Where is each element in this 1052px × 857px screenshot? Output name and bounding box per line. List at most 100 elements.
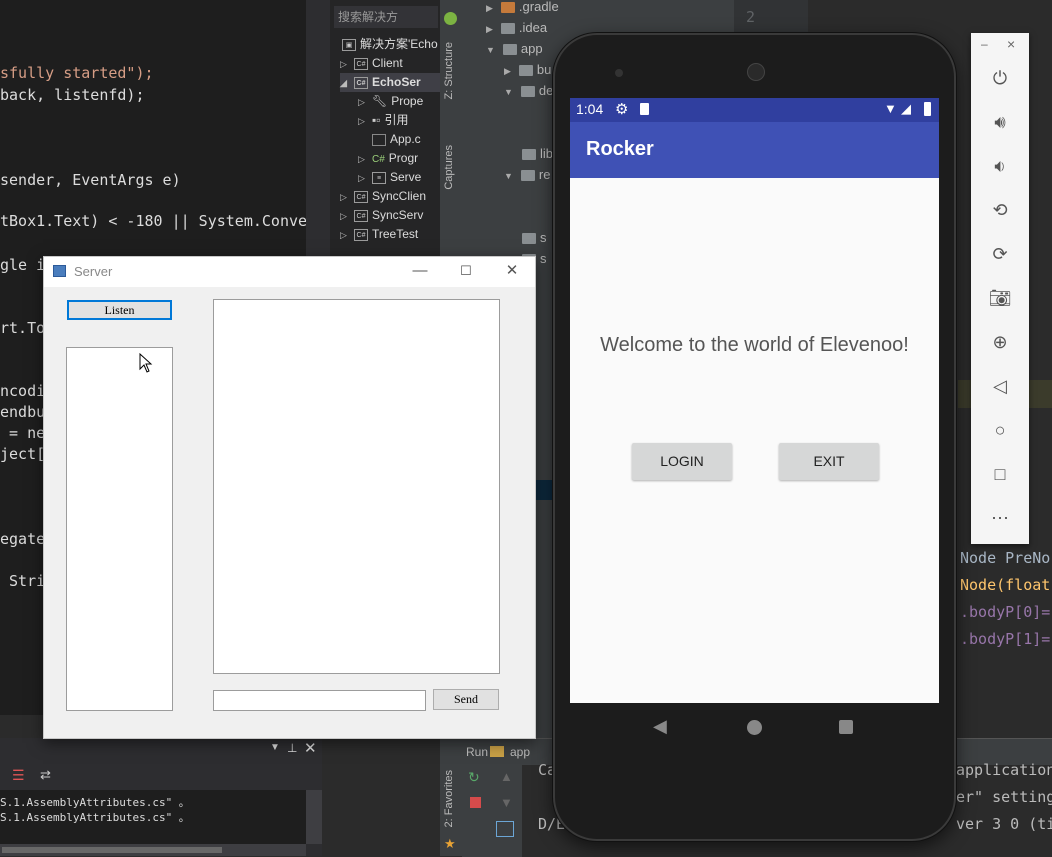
zoom-icon[interactable]: ⊕ — [987, 329, 1013, 355]
tab-captures[interactable]: Captures — [443, 145, 455, 190]
csharp-project-icon: C# — [354, 190, 368, 203]
exit-button[interactable]: EXIT — [779, 443, 879, 480]
tree-item-syncserver[interactable]: ▷ C# SyncServ — [340, 206, 423, 225]
project-item[interactable]: s — [522, 227, 547, 249]
vertical-scrollbar[interactable] — [306, 790, 322, 844]
close-icon[interactable]: ✕ — [489, 257, 535, 287]
volume-down-icon[interactable]: 🔉︎ — [987, 153, 1013, 179]
mouse-cursor-icon — [139, 353, 153, 373]
solution-search-input[interactable]: 搜索解决方 — [334, 6, 438, 28]
back-icon[interactable]: ◁ — [987, 373, 1013, 399]
tab-favorites[interactable]: 2: Favorites — [443, 770, 455, 827]
pin-icon[interactable]: ⊥ — [287, 741, 297, 755]
camera-icon[interactable]: 📷︎ — [987, 285, 1013, 311]
code-line: rt.To — [0, 319, 46, 337]
code-line: Node(float — [960, 576, 1051, 594]
solution-explorer-toolbar — [306, 0, 330, 260]
word-wrap-icon[interactable]: ⇄ — [40, 767, 51, 783]
nav-home-icon[interactable] — [747, 720, 762, 735]
csharp-project-icon: C# — [354, 57, 368, 70]
power-icon[interactable]: ⏻ — [987, 65, 1013, 91]
volume-up-icon[interactable]: 🔊︎ — [987, 109, 1013, 135]
emulator-close-button[interactable]: × — [1007, 36, 1015, 52]
rotate-right-icon[interactable]: ⟳ — [987, 241, 1013, 267]
server-window[interactable]: Server — ☐ ✕ Listen Send — [43, 256, 536, 739]
project-item[interactable]: lib — [522, 143, 553, 165]
server-title-bar[interactable]: Server — ☐ ✕ — [44, 257, 535, 287]
run-config-label[interactable]: app — [510, 745, 530, 759]
maximize-icon[interactable]: ☐ — [443, 257, 489, 287]
tree-item-echoserver[interactable]: ◢ C# EchoSer — [340, 73, 440, 92]
overview-icon[interactable]: □ — [987, 461, 1013, 487]
window-title: Server — [74, 264, 113, 279]
minimize-icon[interactable]: — — [397, 257, 443, 287]
tab-structure[interactable]: Z: Structure — [443, 42, 455, 99]
home-icon[interactable]: ○ — [987, 417, 1013, 443]
tree-item-program[interactable]: ▷ C# Progr — [358, 149, 418, 168]
output-line: S.1.AssemblyAttributes.cs" 。 — [0, 811, 190, 824]
tree-item-appconfig[interactable]: App.c — [372, 130, 421, 149]
project-item[interactable]: ▼ app — [486, 38, 543, 60]
android-icon — [444, 12, 457, 25]
app-icon — [53, 265, 66, 277]
project-item[interactable]: ▶ .idea — [486, 17, 547, 39]
up-icon[interactable]: ▲ — [500, 769, 513, 784]
star-icon: ★ — [444, 836, 456, 851]
message-log-box[interactable] — [213, 299, 500, 674]
wrench-icon: 🔧︎ — [372, 94, 388, 108]
line-number: 2 — [746, 8, 756, 26]
welcome-text: Welcome to the world of Elevenoo! — [600, 334, 909, 356]
message-input[interactable] — [213, 690, 426, 711]
client-listbox[interactable] — [66, 347, 173, 711]
tree-item-server-form[interactable]: ▷ ≡ Serve — [358, 168, 421, 187]
app-title: Rocker — [586, 138, 654, 160]
csharp-project-icon: C# — [354, 76, 368, 89]
wifi-icon: ▼ — [884, 101, 897, 116]
down-icon[interactable]: ▼ — [500, 795, 513, 810]
login-button[interactable]: LOGIN — [632, 443, 732, 480]
app-config-icon — [490, 746, 504, 757]
phone-screen[interactable]: Welcome to the world of Elevenoo! LOGIN … — [570, 98, 939, 703]
close-icon[interactable]: ✕ — [304, 739, 317, 757]
horizontal-scrollbar[interactable] — [0, 844, 306, 856]
code-line: tBox1.Text) < -180 || System.Convert — [0, 212, 306, 230]
tree-item-references[interactable]: ▷ ▪▫ 引用 — [358, 111, 409, 130]
rerun-icon[interactable]: ↻ — [468, 769, 480, 786]
nav-overview-icon[interactable] — [839, 720, 853, 734]
code-line: .bodyP[0]= — [960, 603, 1051, 621]
clear-all-icon[interactable]: ☰ — [12, 767, 25, 784]
tree-item-properties[interactable]: ▷ 🔧︎ Prope — [358, 92, 423, 111]
tree-item-syncclient[interactable]: ▷ C# SyncClien — [340, 187, 426, 206]
more-icon[interactable]: ⋯ — [987, 505, 1013, 531]
send-button[interactable]: Send — [433, 689, 499, 710]
project-item[interactable]: ▼ re — [504, 164, 550, 186]
folder-icon — [500, 23, 515, 35]
rotate-left-icon[interactable]: ⟲ — [987, 197, 1013, 223]
listen-button[interactable]: Listen — [67, 300, 172, 320]
folder-icon — [520, 86, 535, 98]
earpiece-icon — [747, 63, 765, 81]
run-tab[interactable]: Run — [466, 745, 488, 759]
soft-wrap-icon[interactable] — [496, 821, 514, 837]
code-line: .bodyP[1]= — [960, 630, 1051, 648]
tree-item-treetest[interactable]: ▷ C# TreeTest — [340, 225, 418, 244]
stop-icon[interactable] — [470, 797, 481, 808]
emulator-minimize-button[interactable]: – — [981, 37, 988, 51]
folder-icon — [520, 170, 535, 182]
front-camera-icon — [615, 69, 623, 77]
references-icon: ▪▫ — [372, 113, 381, 127]
run-toolbar: ↻ ▲ ▼ — [462, 765, 522, 857]
tree-item-client[interactable]: ▷ C# Client — [340, 54, 403, 73]
solution-explorer[interactable]: 搜索解决方 ▣ 解决方案'Echo ▷ C# Client ◢ C# EchoSer ▷ 🔧… — [306, 0, 440, 260]
project-item[interactable]: ▶ .gradle — [486, 0, 559, 18]
project-item[interactable]: ▼ de — [504, 80, 553, 102]
output-toolbar: ☰ ⇄ — [0, 764, 322, 790]
dropdown-icon[interactable]: ▼ — [270, 742, 280, 753]
project-item[interactable]: ▶ bu — [504, 59, 551, 81]
code-line: sfully started"); — [0, 64, 154, 82]
tree-item-solution[interactable]: ▣ 解决方案'Echo — [342, 35, 438, 54]
folder-icon — [502, 44, 517, 56]
vs-output-panel[interactable]: ▼ ⊥ ✕ ☰ ⇄ S.1.AssemblyAttributes.cs" 。 S… — [0, 738, 322, 856]
nav-back-icon[interactable]: ◀ — [653, 716, 667, 737]
signal-icon: ◢ — [901, 101, 911, 116]
